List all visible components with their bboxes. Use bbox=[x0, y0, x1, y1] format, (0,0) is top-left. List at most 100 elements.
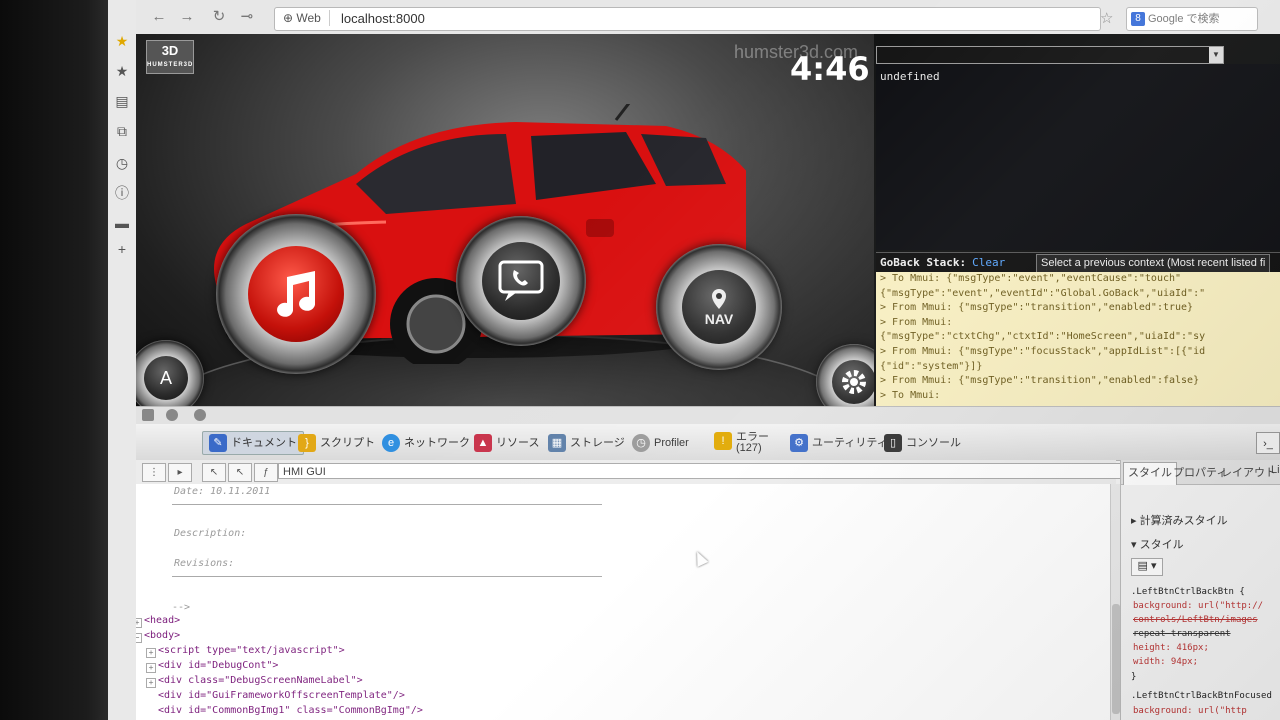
computed-style-label: 計算済みスタイル bbox=[1139, 515, 1228, 527]
notes-icon[interactable]: ▤ bbox=[113, 92, 131, 110]
dom-node[interactable]: <div class="DebugScreenNameLabel"> bbox=[158, 675, 363, 686]
tab-resources[interactable]: ▲ リソース bbox=[474, 432, 539, 454]
inspect-button[interactable]: ↖ bbox=[202, 463, 226, 482]
select-element-button[interactable]: ↖ bbox=[228, 463, 252, 482]
remote-debug-icon[interactable] bbox=[194, 409, 206, 421]
info-icon[interactable]: ⓘ bbox=[113, 184, 131, 202]
debug-pane: ▼ undefined GoBack Stack: Clear Select a … bbox=[874, 34, 1280, 406]
tab-utilities[interactable]: ⚙ ユーティリティ bbox=[790, 432, 888, 454]
forward-arrow-icon[interactable]: → bbox=[178, 8, 196, 26]
log-line: > From Mmui: {"msgType":"transition","en… bbox=[880, 302, 1194, 314]
log-line: > To Mmui: {"msgType":"event","eventCaus… bbox=[880, 273, 1182, 284]
tree-view-button[interactable]: ⋮ bbox=[142, 463, 166, 482]
tab-more[interactable]: Li bbox=[1271, 464, 1280, 476]
bookmark-star-icon[interactable]: ☆ bbox=[1100, 9, 1113, 27]
tab-styles[interactable]: スタイル bbox=[1123, 462, 1177, 485]
comment-rule bbox=[172, 504, 602, 505]
css-property: controls/LeftBtn/images bbox=[1133, 615, 1258, 625]
profiler-icon: ◷ bbox=[632, 434, 650, 453]
code-comment: Revisions: bbox=[174, 558, 235, 569]
dom-node[interactable]: <div id="DebugCont"> bbox=[158, 660, 278, 671]
tab-layout[interactable]: レイアウト bbox=[1221, 464, 1276, 480]
log-line: > From Mmui: {"msgType":"focusStack","ap… bbox=[880, 345, 1206, 357]
scrollbar-thumb[interactable] bbox=[1112, 604, 1120, 714]
edit-button[interactable]: ƒ bbox=[254, 463, 278, 482]
tab-scripts[interactable]: } スクリプト bbox=[298, 432, 375, 454]
tab-console[interactable]: ▯ コンソール bbox=[884, 432, 961, 454]
tab-label: リソース bbox=[496, 437, 540, 449]
script-icon: } bbox=[298, 434, 316, 453]
source-view-button[interactable]: ▸ bbox=[168, 463, 192, 482]
code-comment: Date: 10.11.2011 bbox=[174, 486, 271, 497]
reload-icon[interactable]: ↻ bbox=[210, 8, 228, 26]
devtools-tabs: ✎ ドキュメント } スクリプト e ネットワーク ▲ リソース ▦ ストレージ ◷ Pro… bbox=[136, 424, 1280, 461]
expand-toggle[interactable]: + bbox=[146, 663, 156, 673]
error-icon: ! bbox=[714, 432, 732, 450]
css-selector: .LeftBtnCtrlBackBtnFocused bbox=[1131, 691, 1272, 701]
dock-icon[interactable] bbox=[142, 409, 154, 421]
tab-properties[interactable]: プロパティ bbox=[1173, 464, 1227, 480]
add-panel-icon[interactable]: + bbox=[113, 240, 131, 258]
gear-icon bbox=[842, 370, 866, 394]
tab-documents[interactable]: ✎ ドキュメント bbox=[202, 431, 304, 455]
settings-button[interactable] bbox=[816, 344, 874, 406]
nav-label: NAV bbox=[704, 311, 734, 327]
web-chip[interactable]: ⊕ Web bbox=[279, 10, 330, 26]
dom-node[interactable]: <head> bbox=[144, 615, 180, 626]
clear-button[interactable]: Clear bbox=[972, 256, 1005, 269]
web-chip-label: Web bbox=[296, 11, 321, 25]
computed-style-header[interactable]: ▸ 計算済みスタイル bbox=[1131, 512, 1228, 528]
music-note-icon bbox=[277, 271, 316, 317]
expand-toggle[interactable]: + bbox=[136, 618, 142, 628]
tab-label: コンソール bbox=[906, 437, 961, 449]
bookmark-star-icon[interactable]: ★ bbox=[113, 62, 131, 80]
music-button[interactable] bbox=[216, 214, 376, 374]
tab-storage[interactable]: ▦ ストレージ bbox=[548, 432, 625, 454]
key-icon[interactable]: ⊸ bbox=[238, 8, 256, 26]
search-placeholder: Google で検索 bbox=[1148, 13, 1220, 25]
back-arrow-icon[interactable]: ← bbox=[150, 8, 168, 26]
dom-node[interactable]: <div id="GuiFrameworkOffscreenTemplate"/… bbox=[158, 690, 405, 701]
expand-toggle[interactable]: − bbox=[136, 633, 142, 643]
chevron-down-icon[interactable]: ▼ bbox=[1209, 47, 1223, 63]
humster3d-logo: 3D HUMSTER3D bbox=[146, 40, 194, 74]
log-line: {"id":"system"}]} bbox=[880, 360, 983, 372]
map-pin-icon bbox=[712, 289, 726, 309]
phone-button[interactable] bbox=[456, 216, 586, 346]
log-line: > From Mmui: bbox=[880, 316, 953, 328]
side-toolbar: ★ ★ ▤ ⧉ ◷ ⓘ ▬ + bbox=[108, 0, 137, 720]
tab-network[interactable]: e ネットワーク bbox=[382, 432, 470, 454]
code-comment: Description: bbox=[174, 528, 247, 539]
console-icon: ▯ bbox=[884, 434, 902, 453]
expand-toggle[interactable]: + bbox=[146, 678, 156, 688]
downloads-icon[interactable]: ⧉ bbox=[113, 122, 131, 140]
cloud-icon[interactable] bbox=[166, 409, 178, 421]
style-label: スタイル bbox=[1139, 539, 1184, 551]
navigation-button[interactable]: NAV bbox=[656, 244, 782, 370]
search-field[interactable]: 8 Google で検索 bbox=[1126, 7, 1258, 31]
storage-icon: ▦ bbox=[548, 434, 566, 453]
dom-toolbar: ⋮ ▸ ↖ ↖ ƒ HMI GUI ▼ bbox=[136, 460, 1136, 485]
prompt-icon: ›_ bbox=[1263, 438, 1273, 450]
panels-icon[interactable]: ▬ bbox=[113, 214, 131, 232]
tab-profiler[interactable]: ◷ Profiler bbox=[632, 432, 689, 454]
console-toggle-button[interactable]: ›_ bbox=[1256, 432, 1280, 454]
frame-select[interactable]: HMI GUI ▼ bbox=[278, 463, 1136, 479]
favorites-star-icon[interactable]: ★ bbox=[113, 32, 131, 50]
history-clock-icon[interactable]: ◷ bbox=[113, 154, 131, 172]
resources-icon: ▲ bbox=[474, 434, 492, 453]
style-options-button[interactable]: ▤ ▾ bbox=[1131, 558, 1163, 576]
debug-context-select[interactable]: ▼ bbox=[876, 46, 1224, 64]
address-field[interactable]: ⊕ Web localhost:8000 bbox=[274, 7, 1101, 31]
dom-node[interactable]: <body> bbox=[144, 630, 180, 641]
logo-main-text: 3D bbox=[161, 43, 179, 58]
tab-label: ネットワーク bbox=[404, 437, 470, 449]
tab-label: Profiler bbox=[654, 437, 689, 449]
dom-node[interactable]: <script type="text/javascript"> bbox=[158, 645, 345, 656]
tab-errors[interactable]: ! エラー (127) bbox=[714, 432, 769, 454]
previous-context-select[interactable]: Select a previous context (Most recent l… bbox=[1036, 254, 1271, 273]
expand-toggle[interactable]: + bbox=[146, 648, 156, 658]
goback-stack-bar: GoBack Stack: Clear Select a previous con… bbox=[876, 252, 1280, 273]
dom-node[interactable]: <div id="CommonBgImg1" class="CommonBgIm… bbox=[158, 705, 423, 716]
style-header[interactable]: ▾ スタイル bbox=[1131, 536, 1184, 552]
